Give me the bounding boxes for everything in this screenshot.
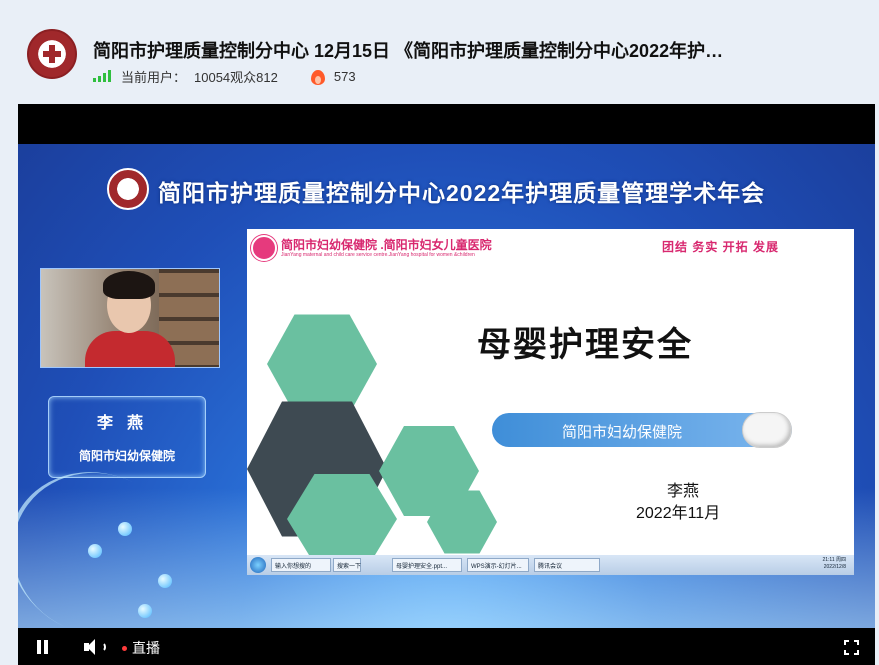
red-cross-icon — [43, 45, 61, 63]
stream-title: 简阳市护理质量控制分中心 12月15日 《简阳市护理质量控制分中心2022年护… — [93, 41, 724, 61]
speaker-org: 简阳市妇幼保健院 — [78, 449, 175, 463]
slide-title: 母婴护理安全 — [477, 326, 693, 364]
conference-title: 简阳市护理质量控制分中心2022年护理质量管理学术年会 — [158, 180, 766, 206]
windows-start-icon — [250, 557, 266, 573]
taskbar-time: 21:11 周四 — [822, 557, 846, 563]
speaker-namecard: 李燕 简阳市妇幼保健院 — [48, 396, 206, 478]
video-frame[interactable]: 简阳市护理质量控制分中心2022年护理质量管理学术年会 李燕 简阳市妇幼保健院 … — [18, 144, 875, 628]
taskbar-clock: 21:11 周四 2022/12/8 — [822, 557, 846, 571]
institution-pill-label: 简阳市妇幼保健院 — [562, 424, 683, 441]
hospital-name-en: JianYang maternal and child care service… — [281, 252, 475, 258]
taskbar-search: 输入你想搜的 — [271, 558, 331, 572]
channel-logo[interactable] — [27, 29, 77, 79]
molecule-node — [138, 604, 152, 618]
current-users-label: 当前用户： — [121, 69, 187, 85]
slide-presenter: 李燕 — [667, 483, 700, 500]
speaker-video — [40, 268, 220, 368]
live-label: 直播 — [132, 640, 160, 656]
molecule-node — [88, 544, 102, 558]
video-player[interactable]: 简阳市护理质量控制分中心2022年护理质量管理学术年会 李燕 简阳市妇幼保健院 … — [18, 104, 875, 665]
molecule-node — [158, 574, 172, 588]
volume-wave-icon — [98, 642, 106, 652]
taskbar-item: 腾讯会议 — [534, 558, 600, 572]
pause-icon[interactable] — [36, 640, 50, 654]
speaker-name: 李燕 — [96, 415, 157, 432]
taskbar-date: 2022/12/8 — [823, 564, 846, 570]
molecule-node — [118, 522, 132, 536]
viewer-count: 10054观众812 — [194, 69, 278, 85]
player-controls: 直播 — [18, 628, 875, 665]
pill-knob — [742, 412, 792, 448]
hospital-motto: 团结 务实 开拓 发展 — [662, 240, 780, 254]
live-indicator-dot — [122, 646, 127, 651]
slide-date: 2022年11月 — [636, 505, 721, 522]
fullscreen-icon[interactable] — [844, 640, 859, 655]
taskbar-search-button: 搜索一下 — [333, 558, 361, 572]
taskbar-item: WPS演示-幻灯片... — [467, 558, 529, 572]
stream-stats: 当前用户： 10054观众812 573 — [93, 67, 356, 85]
shared-screen-taskbar: 输入你想搜的 搜索一下 母婴护理安全.ppt... WPS演示-幻灯片... 腾… — [247, 555, 854, 575]
taskbar-item: 母婴护理安全.ppt... — [392, 558, 462, 572]
hospital-name: 简阳市妇幼保健院 .简阳市妇女儿童医院 — [281, 238, 492, 252]
signal-icon — [93, 70, 111, 82]
presentation-slide: 简阳市妇幼保健院 .简阳市妇女儿童医院 JianYang maternal an… — [247, 229, 854, 555]
hospital-logo — [251, 235, 277, 261]
stream-header: 简阳市护理质量控制分中心 12月15日 《简阳市护理质量控制分中心2022年护…… — [0, 0, 879, 100]
slide-header: 简阳市妇幼保健院 .简阳市妇女儿童医院 JianYang maternal an… — [247, 229, 854, 263]
fire-icon — [310, 67, 326, 85]
institution-pill: 简阳市妇幼保健院 — [492, 412, 792, 448]
conference-logo — [107, 168, 149, 210]
like-count: 573 — [333, 68, 356, 84]
